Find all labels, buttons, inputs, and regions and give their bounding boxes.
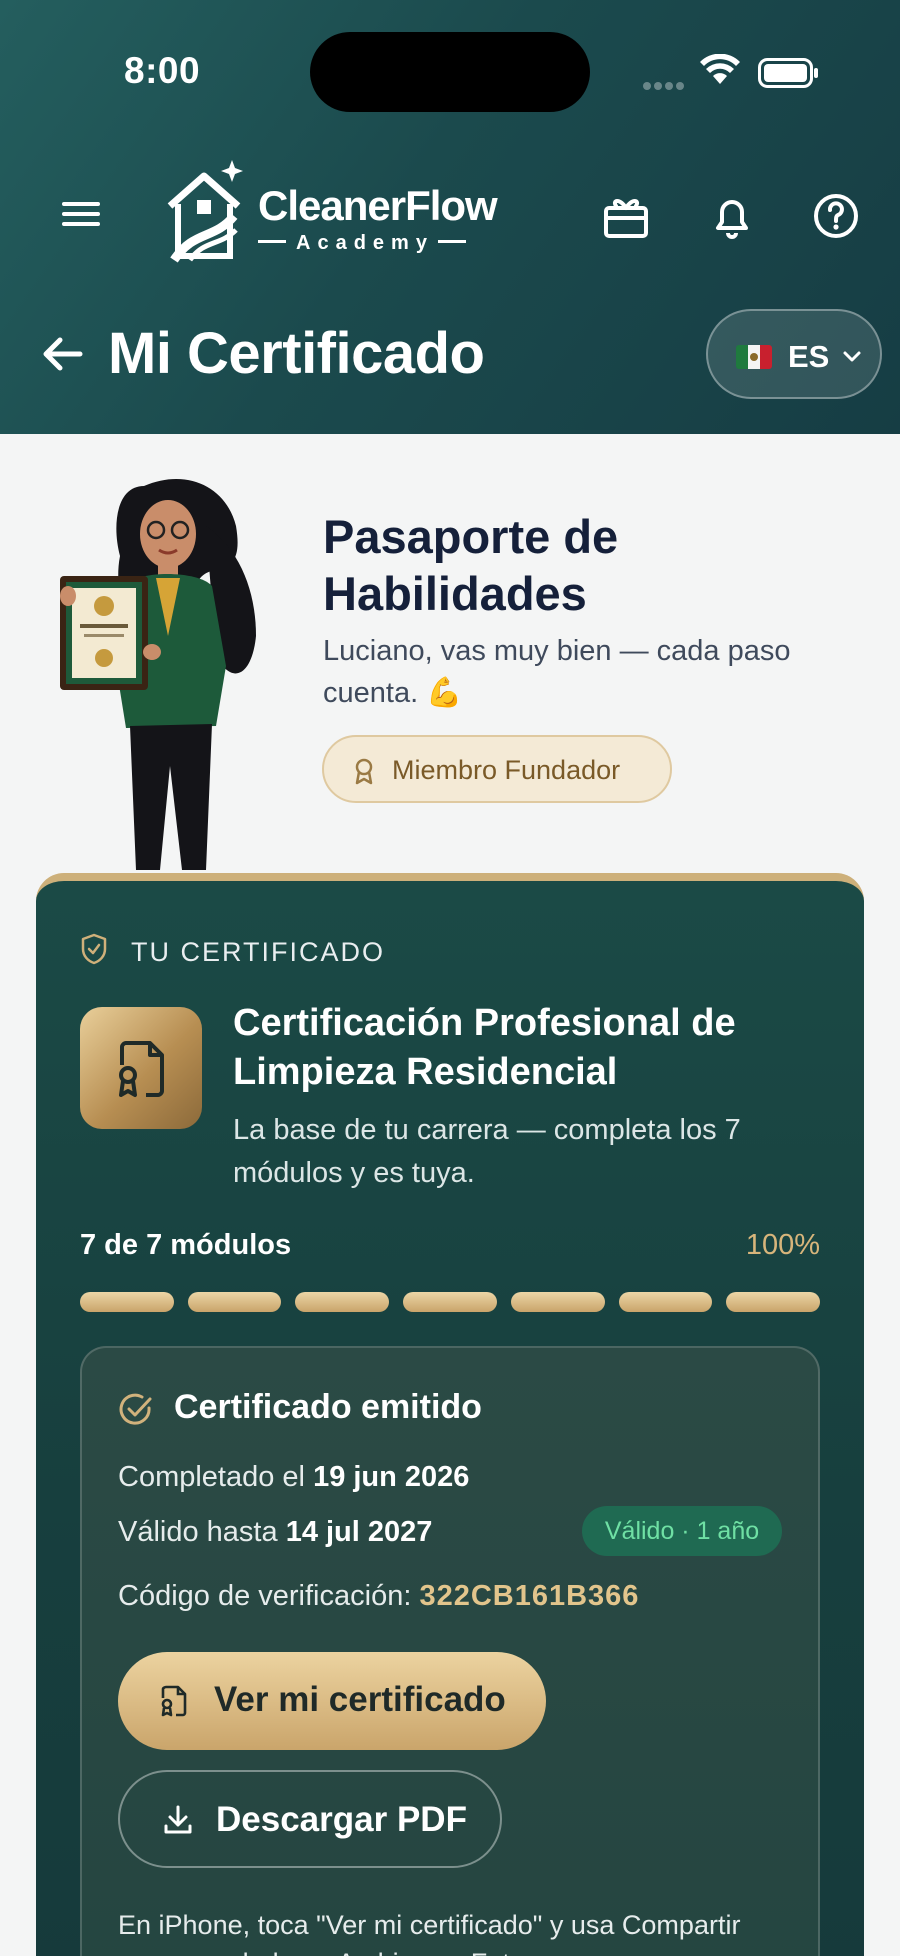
wifi-icon <box>700 54 740 84</box>
progress-segment <box>510 1292 605 1312</box>
check-circle-icon <box>119 1393 152 1425</box>
brand-subtitle: Academy <box>258 232 466 255</box>
menu-icon[interactable] <box>60 196 104 232</box>
help-icon[interactable] <box>810 190 862 242</box>
verification-code-label: Código de verificación: <box>118 1580 412 1612</box>
download-pdf-label: Descargar PDF <box>216 1800 467 1839</box>
verification-code-line: Código de verificación: 322CB161B366 <box>118 1580 639 1613</box>
certificate-tag: TU CERTIFICADO <box>131 937 386 967</box>
bell-icon[interactable] <box>706 190 758 242</box>
certificate-document-icon <box>80 1007 202 1129</box>
award-icon <box>355 758 373 785</box>
app-header: 8:00 CleanerFlow Academy Mi Certificado … <box>0 0 900 434</box>
page-title: Mi Certificado <box>108 321 485 386</box>
progress-segment <box>295 1292 390 1312</box>
status-bar: 8:00 <box>0 0 900 120</box>
view-certificate-label: Ver mi certificado <box>214 1680 506 1719</box>
language-code: ES <box>788 339 830 374</box>
progress-percent: 100% <box>745 1229 820 1261</box>
brand-name: CleanerFlow <box>258 182 498 229</box>
chevron-down-icon <box>843 351 861 362</box>
brand-logo: CleanerFlow Academy <box>164 160 504 264</box>
shield-check-icon <box>81 933 107 965</box>
certificate-card: TU CERTIFICADO Certificación Profesional… <box>36 873 864 1956</box>
language-selector[interactable]: ES <box>706 309 882 399</box>
download-icon <box>164 1805 192 1834</box>
member-badge-label: Miembro Fundador <box>392 755 621 785</box>
certificate-title: Certificación Profesional de Limpieza Re… <box>233 1002 736 1093</box>
progress-segment <box>80 1292 174 1312</box>
status-time: 8:00 <box>124 50 201 91</box>
issued-title: Certificado emitido <box>174 1388 482 1426</box>
view-certificate-button[interactable]: Ver mi certificado <box>118 1652 546 1750</box>
valid-until-label: Válido hasta <box>118 1516 278 1548</box>
mascot-illustration <box>60 479 256 870</box>
battery-icon <box>758 58 818 88</box>
verification-code: 322CB161B366 <box>419 1580 640 1612</box>
progress-label: 7 de 7 módulos <box>80 1229 292 1261</box>
progress-segment <box>187 1292 282 1312</box>
module-progress-bar <box>80 1292 821 1312</box>
certificate-description: La base de tu carrera — completa los 7 m… <box>233 1114 741 1189</box>
issued-certificate-panel: Certificado emitido Completado el 19 jun… <box>80 1346 820 1956</box>
cellular-signal-icon <box>643 77 687 95</box>
hero-title: Pasaporte de Habilidades <box>323 510 619 620</box>
progress-segment <box>618 1292 713 1312</box>
certificate-icon <box>161 1685 187 1717</box>
validity-badge: Válido · 1 año <box>582 1506 782 1556</box>
completed-label: Completado el <box>118 1461 305 1493</box>
progress-segment <box>403 1292 497 1312</box>
mexico-flag-icon <box>736 345 772 369</box>
completed-date: 19 jun 2026 <box>313 1461 470 1493</box>
hero-subtitle: Luciano, vas muy bien — cada paso cuenta… <box>323 635 791 709</box>
save-hint: En iPhone, toca "Ver mi certificado" y u… <box>118 1910 741 1956</box>
progress-segment <box>726 1292 821 1312</box>
back-arrow-icon[interactable] <box>40 332 88 376</box>
valid-until-date: 14 jul 2027 <box>285 1516 433 1548</box>
member-badge: Miembro Fundador <box>322 735 672 803</box>
gift-icon[interactable] <box>600 190 652 242</box>
house-logo-icon <box>167 160 243 263</box>
download-pdf-button[interactable]: Descargar PDF <box>118 1770 502 1868</box>
valid-until-line: Válido hasta 14 jul 2027 <box>118 1516 432 1549</box>
dynamic-island <box>310 32 590 112</box>
completed-line: Completado el 19 jun 2026 <box>118 1461 469 1494</box>
